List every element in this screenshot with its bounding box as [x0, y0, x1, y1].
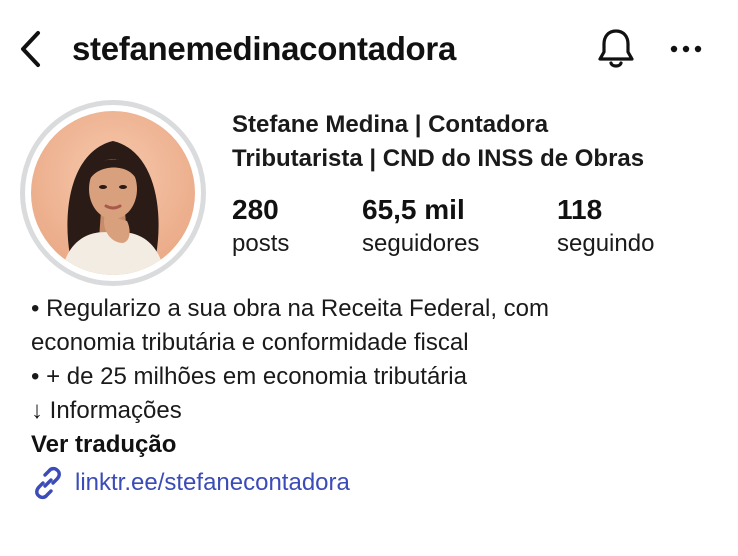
profile-avatar[interactable] [20, 100, 206, 286]
bio-more-info: ↓ Informações [31, 397, 182, 424]
stat-posts-label: posts [232, 230, 290, 257]
profile-header: stefanemedinacontadora [0, 20, 738, 80]
bio-line: economia tributária e conformidade fisca… [31, 329, 469, 356]
stat-posts-count: 280 [232, 194, 279, 225]
stat-followers-label: seguidores [362, 230, 480, 257]
more-options-button[interactable] [664, 26, 708, 72]
profile-username: stefanemedinacontadora [72, 30, 457, 67]
bio-line: • + de 25 milhões em economia tributária [31, 363, 467, 390]
stat-followers-count: 65,5 mil [362, 194, 465, 225]
stat-following[interactable]: 118 seguindo [557, 192, 654, 260]
chevron-left-icon [21, 31, 40, 67]
avatar-photo [31, 111, 195, 275]
see-translation-link[interactable]: Ver tradução [31, 428, 176, 462]
bell-icon [598, 29, 634, 68]
stat-followers[interactable]: 65,5 mil seguidores [362, 192, 479, 260]
back-button[interactable] [10, 26, 50, 72]
stat-posts[interactable]: 280 posts [232, 192, 289, 260]
link-icon [31, 466, 65, 500]
external-link[interactable]: linktr.ee/stefanecontadora [31, 464, 350, 502]
notifications-button[interactable] [592, 26, 640, 72]
profile-name-line-1: Stefane Medina | Contadora [232, 111, 549, 138]
bio-line: • Regularizo a sua obra na Receita Feder… [31, 295, 550, 322]
stat-following-label: seguindo [557, 230, 655, 257]
profile-name-line-2: Tributarista | CND do INSS de Obras [232, 145, 645, 172]
stat-following-count: 118 [557, 194, 603, 225]
more-horizontal-icon [670, 45, 702, 53]
profile-display-name: Stefane Medina | Contadora Tributarista … [232, 108, 712, 176]
link-url: linktr.ee/stefanecontadora [75, 469, 350, 496]
profile-bio: • Regularizo a sua obra na Receita Feder… [31, 292, 721, 428]
